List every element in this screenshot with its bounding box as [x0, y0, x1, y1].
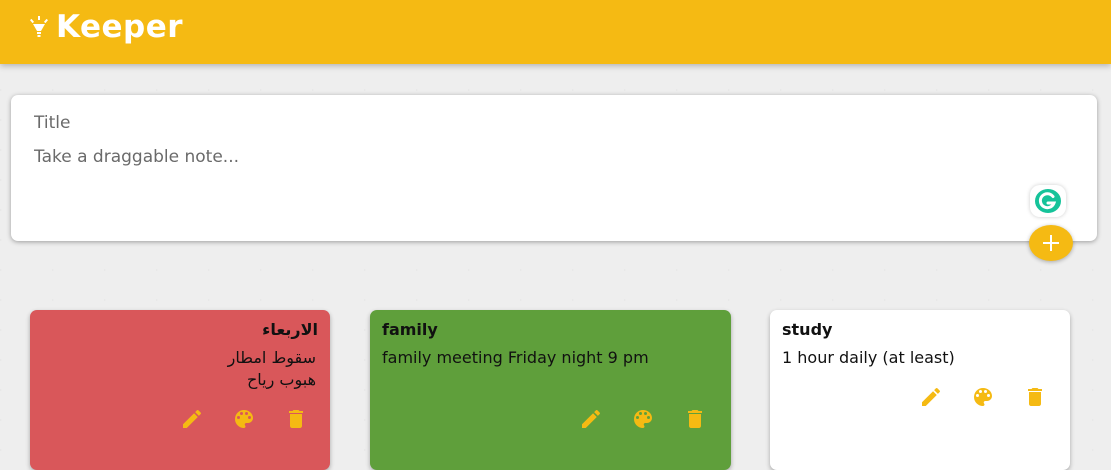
note-card[interactable]: study 1 hour daily (at least)	[770, 310, 1070, 470]
palette-icon	[974, 388, 992, 406]
note-card[interactable]: family family meeting Friday night 9 pm	[370, 310, 731, 470]
pencil-icon	[582, 409, 601, 428]
edit-note-button[interactable]	[579, 406, 605, 432]
note-title: الاربعاء	[262, 320, 318, 339]
app-title: Keeper	[56, 9, 184, 45]
trash-icon	[1028, 388, 1042, 406]
note-content: سقوط امطار هبوب رياح	[227, 348, 316, 389]
note-title: family	[382, 320, 438, 339]
note-body-input[interactable]	[34, 147, 934, 207]
pencil-icon	[183, 409, 202, 428]
lightbulb-icon	[30, 16, 48, 37]
edit-note-button[interactable]	[919, 384, 945, 410]
note-title: study	[782, 320, 833, 339]
note-composer	[11, 95, 1097, 241]
change-color-button[interactable]	[631, 406, 657, 432]
delete-note-button[interactable]	[683, 406, 709, 432]
app-header: Keeper	[0, 0, 1111, 64]
grammarly-icon	[1035, 189, 1061, 213]
delete-note-button[interactable]	[1023, 384, 1049, 410]
pencil-icon	[922, 387, 941, 406]
note-title-input[interactable]	[34, 113, 934, 133]
grammarly-button[interactable]	[1030, 185, 1066, 217]
palette-icon	[634, 410, 652, 428]
change-color-button[interactable]	[232, 406, 258, 432]
add-note-button[interactable]	[1029, 225, 1073, 261]
delete-note-button[interactable]	[284, 406, 310, 432]
note-card[interactable]: الاربعاء سقوط امطار هبوب رياح	[30, 310, 330, 470]
plus-icon	[1043, 235, 1059, 251]
note-content: 1 hour daily (at least)	[782, 348, 955, 367]
trash-icon	[289, 410, 303, 428]
trash-icon	[688, 410, 702, 428]
change-color-button[interactable]	[971, 384, 997, 410]
note-content: family meeting Friday night 9 pm	[382, 348, 649, 367]
edit-note-button[interactable]	[180, 406, 206, 432]
palette-icon	[235, 410, 253, 428]
